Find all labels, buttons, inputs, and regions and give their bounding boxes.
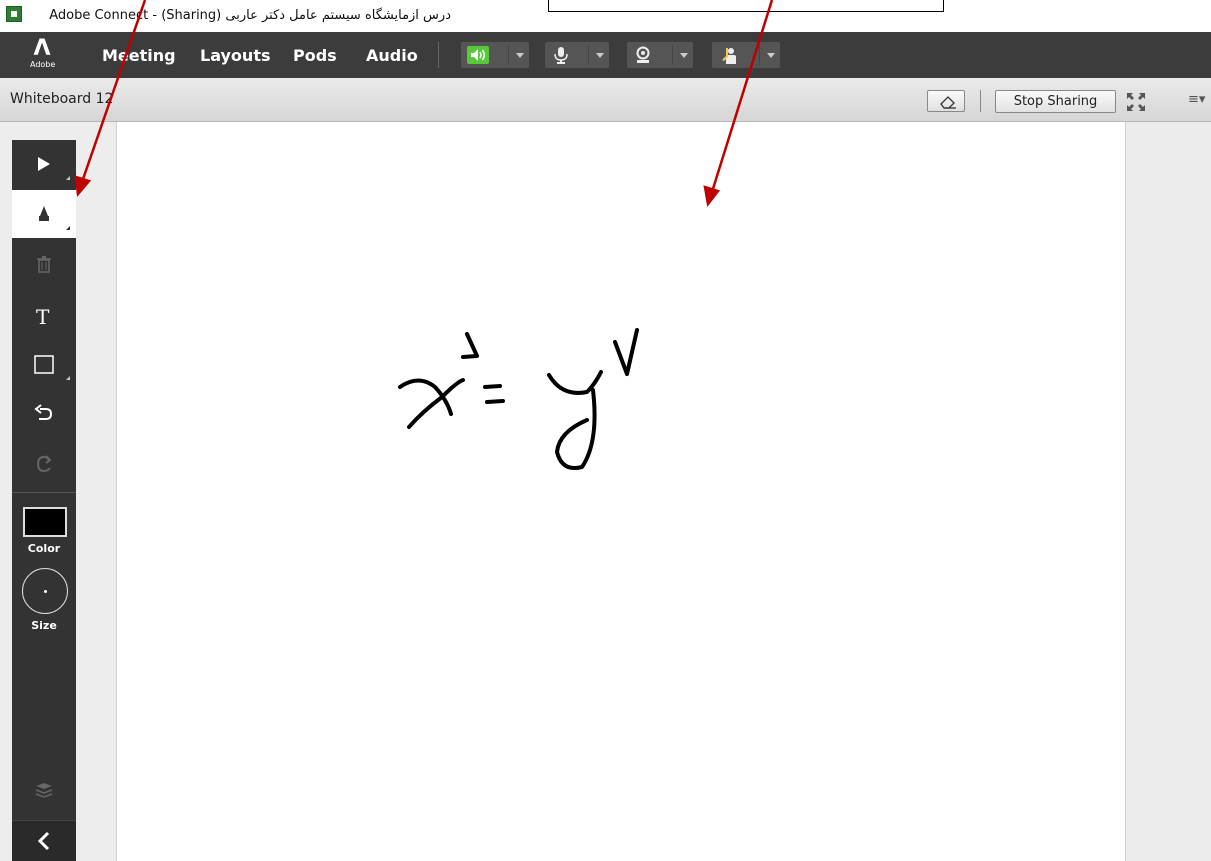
control-divider — [508, 45, 509, 65]
microphone-control[interactable] — [545, 42, 609, 68]
undo-icon — [34, 404, 53, 420]
fullscreen-icon[interactable] — [1126, 92, 1146, 112]
adobe-logo-text: Adobe — [30, 60, 56, 69]
layers-button[interactable] — [12, 766, 76, 814]
speaker-control[interactable] — [461, 42, 529, 68]
undo-button[interactable] — [12, 390, 76, 438]
arrow-pointer-icon — [38, 157, 50, 171]
annotation-callout-box — [548, 0, 944, 12]
control-divider — [759, 45, 760, 65]
webcam-icon — [633, 46, 653, 64]
chevron-down-icon[interactable] — [596, 53, 604, 58]
color-label: Color — [27, 542, 61, 555]
color-swatch[interactable] — [23, 507, 67, 537]
size-selector[interactable] — [22, 568, 68, 614]
chevron-down-icon[interactable] — [680, 53, 688, 58]
whiteboard-canvas[interactable] — [116, 122, 1126, 861]
adobe-connect-app-icon — [6, 6, 22, 22]
pencil-icon — [39, 206, 49, 221]
pencil-tool-button[interactable] — [12, 190, 76, 238]
whiteboard-drawing — [398, 328, 639, 470]
control-divider — [672, 45, 673, 65]
layers-icon — [35, 783, 53, 798]
right-gutter — [1126, 122, 1211, 861]
whiteboard-toolbar: T Color Size — [12, 140, 76, 861]
selection-tool-button[interactable] — [12, 140, 76, 188]
pod-options-menu-icon[interactable]: ≡▾ — [1188, 92, 1205, 107]
ink-stroke-eq2 — [485, 399, 505, 404]
microphone-icon — [551, 46, 571, 64]
raise-hand-icon — [718, 46, 738, 64]
chevron-left-icon — [37, 831, 50, 851]
collapse-toolbar-button[interactable] — [12, 820, 76, 861]
stop-sharing-button[interactable]: Stop Sharing — [995, 90, 1116, 113]
ink-stroke-exp2 — [613, 328, 639, 376]
chevron-down-icon[interactable] — [516, 53, 524, 58]
menu-audio[interactable]: Audio — [366, 46, 418, 65]
control-divider — [588, 45, 589, 65]
toolbar-divider — [12, 492, 76, 493]
svg-text:T: T — [36, 306, 50, 328]
ink-stroke-eq1 — [483, 384, 502, 389]
adobe-logo[interactable]: Λ Adobe — [30, 36, 56, 72]
pod-title: Whiteboard 12 — [10, 91, 114, 107]
eraser-icon — [940, 96, 956, 109]
menubar-divider — [438, 42, 439, 68]
text-tool-button[interactable]: T — [12, 292, 76, 340]
menu-layouts[interactable]: Layouts — [200, 46, 270, 65]
main-menubar: Λ Adobe Meeting Layouts Pods Audio — [0, 32, 1211, 78]
rectangle-icon — [34, 355, 54, 374]
text-T-icon: T — [36, 306, 50, 328]
shape-tool-button[interactable] — [12, 340, 76, 388]
redo-icon — [36, 455, 52, 473]
speaker-icon — [467, 46, 489, 64]
ink-stroke-exp1 — [461, 332, 479, 359]
redo-button[interactable] — [12, 440, 76, 488]
status-control[interactable] — [712, 42, 780, 68]
pod-header-divider — [980, 90, 981, 112]
eraser-toggle-button[interactable] — [927, 90, 965, 112]
pod-header: Whiteboard 12 Stop Sharing ≡▾ — [0, 78, 1211, 122]
chevron-down-icon[interactable] — [767, 53, 775, 58]
delete-tool-button[interactable] — [12, 240, 76, 288]
window-title: درس ازمایشگاه سیستم عامل دکتر عاربی (Sha… — [49, 8, 451, 23]
webcam-control[interactable] — [627, 42, 693, 68]
ink-stroke-y2 — [555, 388, 597, 470]
adobe-logo-icon: Λ — [33, 36, 51, 61]
trash-icon — [37, 256, 51, 273]
menu-pods[interactable]: Pods — [293, 46, 337, 65]
size-label: Size — [31, 619, 57, 632]
menu-meeting[interactable]: Meeting — [102, 46, 176, 65]
